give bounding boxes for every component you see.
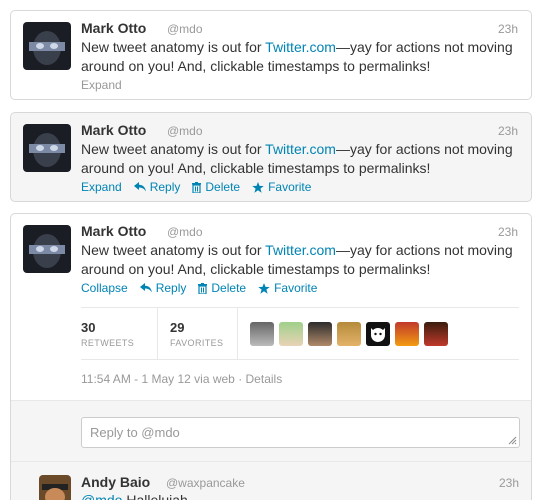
avatar[interactable] [337, 321, 361, 346]
tweet-actions: Collapse Reply Delete Favorite [81, 281, 329, 295]
tweet-2[interactable]: Mark Otto @mdo 23h New tweet anatomy is … [10, 112, 532, 202]
tweet-detail[interactable]: 11:54 AM - 1 May 12 via web · Details [81, 372, 282, 386]
screen-name[interactable]: @mdo [167, 124, 203, 138]
retweet-count-value: 30 [81, 319, 96, 335]
tweet-text: New tweet anatomy is out for Twitter.com… [81, 38, 521, 76]
screen-name[interactable]: @waxpancake [166, 476, 245, 490]
retweet-count-label: RETWEETS [81, 337, 135, 348]
tweet-text-part: New tweet anatomy is out for [81, 242, 266, 258]
resize-handle-icon[interactable] [508, 436, 517, 445]
tweet-text-part: Hallelujah. [122, 492, 192, 500]
timestamp[interactable]: 23h [498, 225, 518, 239]
avatar[interactable] [23, 124, 71, 172]
tweet-actions: Expand Reply Delete Favorite [81, 180, 323, 194]
collapse-link[interactable]: Collapse [81, 281, 128, 295]
favorite-count-value: 29 [170, 319, 185, 335]
avatar[interactable] [395, 321, 419, 346]
avatar[interactable] [308, 321, 332, 346]
trash-icon [192, 181, 202, 193]
trash-icon [198, 282, 208, 294]
reply-placeholder: Reply to @mdo [90, 425, 180, 440]
screen-name[interactable]: @mdo [167, 225, 203, 239]
favorite-label: Favorite [268, 180, 312, 194]
favorite-label: Favorite [274, 281, 318, 295]
reply-label: Reply [149, 180, 181, 194]
reply-tweet[interactable]: Andy Baio @waxpancake 23h @mdo Halleluja… [11, 462, 531, 500]
reply-button[interactable]: Reply [133, 180, 181, 194]
timestamp[interactable]: 23h [499, 476, 519, 490]
favorite-count[interactable]: 29 FAVORITES [157, 307, 237, 360]
favoriter-avatars [237, 307, 453, 360]
avatar[interactable] [250, 321, 274, 346]
delete-label: Delete [211, 281, 247, 295]
avatar[interactable] [366, 321, 390, 346]
tweet-text-part: New tweet anatomy is out for [81, 141, 266, 157]
tweet-1[interactable]: Mark Otto @mdo 23h New tweet anatomy is … [10, 10, 532, 100]
reply-area: Reply to @mdo [11, 400, 531, 462]
favorite-count-label: FAVORITES [170, 337, 224, 348]
collapse-label: Collapse [81, 281, 128, 295]
tweet-text: New tweet anatomy is out for Twitter.com… [81, 140, 521, 178]
star-icon [258, 282, 270, 294]
favorite-button[interactable]: Favorite [258, 281, 317, 295]
expand-link[interactable]: Expand [81, 180, 122, 194]
tweet-link[interactable]: Twitter.com [265, 141, 336, 157]
expand-label: Expand [81, 180, 122, 194]
user-name[interactable]: Mark Otto [81, 20, 146, 36]
avatar[interactable] [23, 225, 71, 273]
timestamp[interactable]: 23h [498, 124, 518, 138]
delete-button[interactable]: Delete [198, 281, 246, 295]
delete-label: Delete [205, 180, 241, 194]
tweet-3[interactable]: Mark Otto @mdo 23h New tweet anatomy is … [10, 213, 532, 500]
user-name[interactable]: Mark Otto [81, 122, 146, 138]
avatar[interactable] [23, 22, 71, 70]
tweet-stats: 30 RETWEETS 29 FAVORITES [81, 307, 519, 360]
tweet-text-part: New tweet anatomy is out for [81, 39, 266, 55]
tweet-link[interactable]: Twitter.com [265, 39, 336, 55]
reply-input[interactable]: Reply to @mdo [81, 417, 520, 448]
star-icon [252, 181, 264, 193]
expand-link[interactable]: Expand [81, 78, 122, 92]
favorite-button[interactable]: Favorite [252, 180, 311, 194]
reply-icon [139, 283, 152, 293]
tweet-text: New tweet anatomy is out for Twitter.com… [81, 241, 521, 279]
screen-name[interactable]: @mdo [167, 22, 203, 36]
delete-button[interactable]: Delete [192, 180, 240, 194]
timestamp[interactable]: 23h [498, 22, 518, 36]
user-name[interactable]: Andy Baio [81, 474, 150, 490]
avatar[interactable] [39, 475, 71, 500]
avatar[interactable] [424, 321, 448, 346]
reply-button[interactable]: Reply [139, 281, 187, 295]
retweet-count[interactable]: 30 RETWEETS [81, 307, 157, 360]
reply-icon [133, 182, 146, 192]
reply-label: Reply [155, 281, 187, 295]
avatar[interactable] [279, 321, 303, 346]
user-name[interactable]: Mark Otto [81, 223, 146, 239]
tweet-text: @mdo Hallelujah. [81, 491, 521, 500]
mention-link[interactable]: @mdo [81, 492, 122, 500]
tweet-actions: Expand [81, 78, 122, 92]
tweet-link[interactable]: Twitter.com [265, 242, 336, 258]
